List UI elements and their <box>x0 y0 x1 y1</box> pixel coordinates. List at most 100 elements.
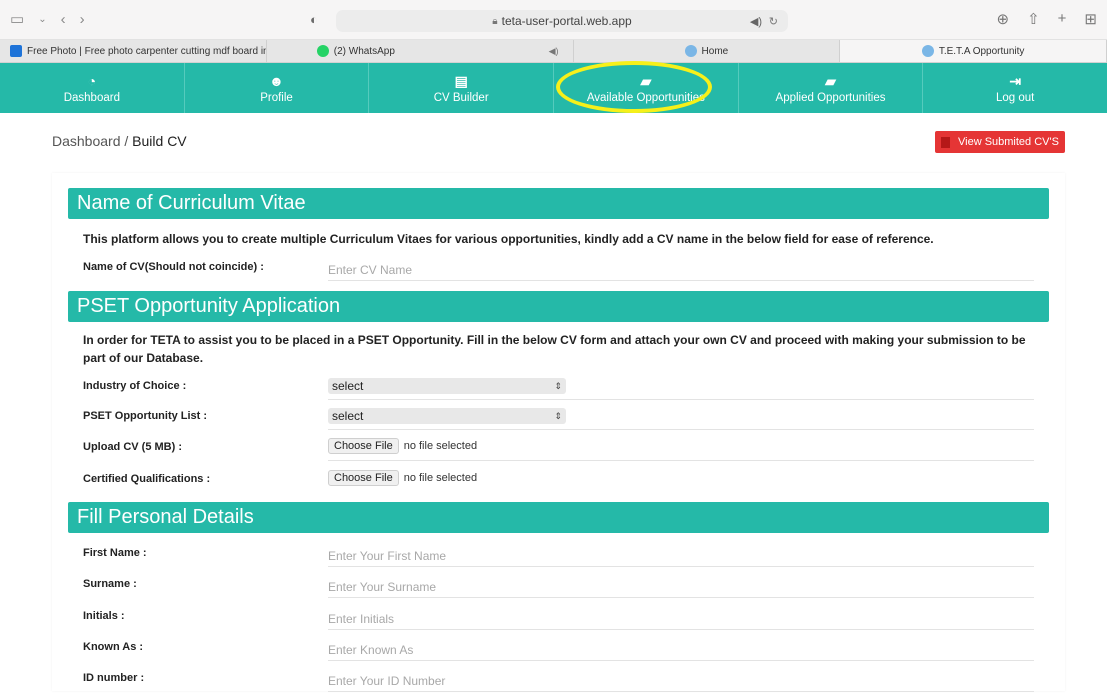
divider <box>328 429 1034 430</box>
url-text: teta-user-portal.web.app <box>501 14 632 28</box>
choose-file-button[interactable]: Choose File <box>328 438 399 454</box>
upload-cv-file-input: Choose File no file selected <box>328 438 477 454</box>
nav-item-dashboard[interactable]: ◔ Dashboard <box>0 63 185 113</box>
industry-select[interactable]: select ⇕ <box>328 378 566 394</box>
briefcase-icon: ▰ <box>640 72 652 89</box>
dashboard-icon: ◔ <box>87 72 97 89</box>
first-name-input[interactable] <box>328 543 1034 567</box>
pdf-icon <box>941 136 950 148</box>
briefcase-icon: ▰ <box>825 72 836 89</box>
favicon-icon <box>921 45 934 57</box>
browser-toolbar: ▭ ⌄ ‹ › ◐ 🔒︎ teta-user-portal.web.app ◀︎… <box>0 0 1107 40</box>
id-number-input[interactable] <box>328 668 1034 692</box>
forward-icon[interactable]: › <box>80 11 85 28</box>
nav-label: Available Opportunities <box>586 91 705 104</box>
nav-item-cv-builder[interactable]: ▤ CV Builder <box>369 63 555 113</box>
form-row-industry: Industry of Choice : select ⇕ <box>83 373 1034 401</box>
form-row-first-name: First Name : <box>83 540 1034 568</box>
speaker-icon[interactable]: ◀︎) <box>750 15 762 28</box>
file-status: no file selected <box>403 472 478 484</box>
browser-tab[interactable]: Free Photo | Free photo carpenter cuttin… <box>0 40 267 62</box>
address-bar[interactable]: 🔒︎ teta-user-portal.web.app ◀︎) ↻ <box>336 10 788 32</box>
nav-item-profile[interactable]: ☻ Profile <box>185 63 370 113</box>
chevron-updown-icon: ⇕ <box>554 411 562 421</box>
initials-input[interactable] <box>328 606 1034 630</box>
section-title-pset: PSET Opportunity Application <box>68 291 1049 322</box>
section-description: This platform allows you to create multi… <box>83 232 934 246</box>
tab-label: T.E.T.A Opportunity <box>938 45 1025 57</box>
favicon-icon <box>10 45 22 57</box>
chevron-down-icon[interactable]: ⌄ <box>38 14 46 25</box>
field-label: Initials : <box>83 610 125 622</box>
breadcrumb-row: Dashboard / Build CV View Submited CV'S <box>0 113 1107 170</box>
reload-icon[interactable]: ↻ <box>769 15 778 28</box>
certified-qualifications-file-input: Choose File no file selected <box>328 470 477 486</box>
form-row-certified-qualifications: Certified Qualifications : Choose File n… <box>83 466 1034 494</box>
download-icon[interactable]: ⊕ <box>997 10 1010 28</box>
breadcrumb-parent[interactable]: Dashboard <box>52 133 121 149</box>
field-label: Industry of Choice : <box>83 380 187 392</box>
known-as-input[interactable] <box>328 637 1034 661</box>
tab-overview-icon[interactable]: ⊞ <box>1084 10 1097 28</box>
nav-item-applied-opportunities[interactable]: ▰ Applied Opportunities <box>739 63 924 113</box>
field-label: Known As : <box>83 641 144 653</box>
form-row-surname: Surname : <box>83 571 1034 599</box>
nav-label: Applied Opportunities <box>775 91 886 104</box>
tab-label: Free Photo | Free photo carpenter cuttin… <box>27 45 267 57</box>
browser-nav-controls: ▭ ⌄ ‹ › <box>10 10 85 29</box>
field-label: First Name : <box>83 547 147 559</box>
nav-item-logout[interactable]: ⇥ Log out <box>923 63 1107 113</box>
view-button-label: View Submited CV'S <box>958 136 1059 148</box>
sidebar-toggle-icon[interactable]: ▭ <box>10 10 24 28</box>
pset-opportunity-select[interactable]: select ⇕ <box>328 408 566 424</box>
nav-label: Log out <box>996 91 1035 104</box>
privacy-shield-icon[interactable]: ◐ <box>310 12 318 27</box>
view-submitted-cvs-button[interactable]: View Submited CV'S <box>935 131 1065 153</box>
form-row-initials: Initials : <box>83 603 1034 631</box>
highlight-circle <box>556 61 713 113</box>
form-row-cv-name: Name of CV(Should not coincide) : <box>83 254 1034 282</box>
choose-file-button[interactable]: Choose File <box>328 470 399 486</box>
file-status: no file selected <box>403 440 478 452</box>
speaker-icon[interactable]: ◀︎) <box>549 46 559 57</box>
form-row-pset-list: PSET Opportunity List : select ⇕ <box>83 403 1034 431</box>
surname-input[interactable] <box>328 574 1034 598</box>
browser-tab[interactable]: Home <box>574 40 841 62</box>
divider <box>328 399 1034 400</box>
nav-label: Dashboard <box>63 91 120 104</box>
field-label: Upload CV (5 MB) : <box>83 441 182 453</box>
breadcrumb-separator: / <box>120 133 133 149</box>
tab-label: Home <box>701 45 729 57</box>
whatsapp-icon <box>316 45 329 57</box>
form-row-known-as: Known As : <box>83 634 1034 662</box>
browser-tab-bar: Free Photo | Free photo carpenter cuttin… <box>0 40 1107 63</box>
main-nav: ◔ Dashboard ☻ Profile ▤ CV Builder ▰ Ava… <box>0 61 1107 113</box>
breadcrumb: Dashboard / Build CV <box>52 133 187 149</box>
section-title-cv-name: Name of Curriculum Vitae <box>68 188 1049 219</box>
browser-tab[interactable]: (2) WhatsApp ◀︎) <box>267 40 574 62</box>
field-label: Name of CV(Should not coincide) : <box>83 261 264 273</box>
breadcrumb-current: Build CV <box>132 133 187 149</box>
field-label: Certified Qualifications : <box>83 473 211 485</box>
tab-label: (2) WhatsApp <box>333 45 395 57</box>
back-icon[interactable]: ‹ <box>61 11 66 28</box>
browser-actions: ⊕ ⇧ + ⊞ <box>997 10 1098 28</box>
user-icon: ☻ <box>269 72 284 89</box>
chevron-updown-icon: ⇕ <box>554 381 562 391</box>
browser-tab-active[interactable]: T.E.T.A Opportunity <box>840 40 1107 62</box>
lock-icon: 🔒︎ <box>492 15 498 27</box>
section-title-personal: Fill Personal Details <box>68 502 1049 533</box>
nav-label: CV Builder <box>433 91 489 104</box>
field-label: PSET Opportunity List : <box>83 410 208 422</box>
document-icon: ▤ <box>454 72 468 89</box>
share-icon[interactable]: ⇧ <box>1027 10 1040 28</box>
cv-name-input[interactable] <box>328 257 1034 281</box>
new-tab-icon[interactable]: + <box>1058 10 1067 28</box>
select-value: select <box>332 409 364 423</box>
nav-item-available-opportunities[interactable]: ▰ Available Opportunities <box>554 61 739 113</box>
form-row-id-number: ID number : <box>83 665 1034 693</box>
form-row-upload-cv: Upload CV (5 MB) : Choose File no file s… <box>83 434 1034 462</box>
field-label: ID number : <box>83 672 145 684</box>
favicon-icon <box>684 45 697 57</box>
logout-icon: ⇥ <box>1009 72 1022 89</box>
